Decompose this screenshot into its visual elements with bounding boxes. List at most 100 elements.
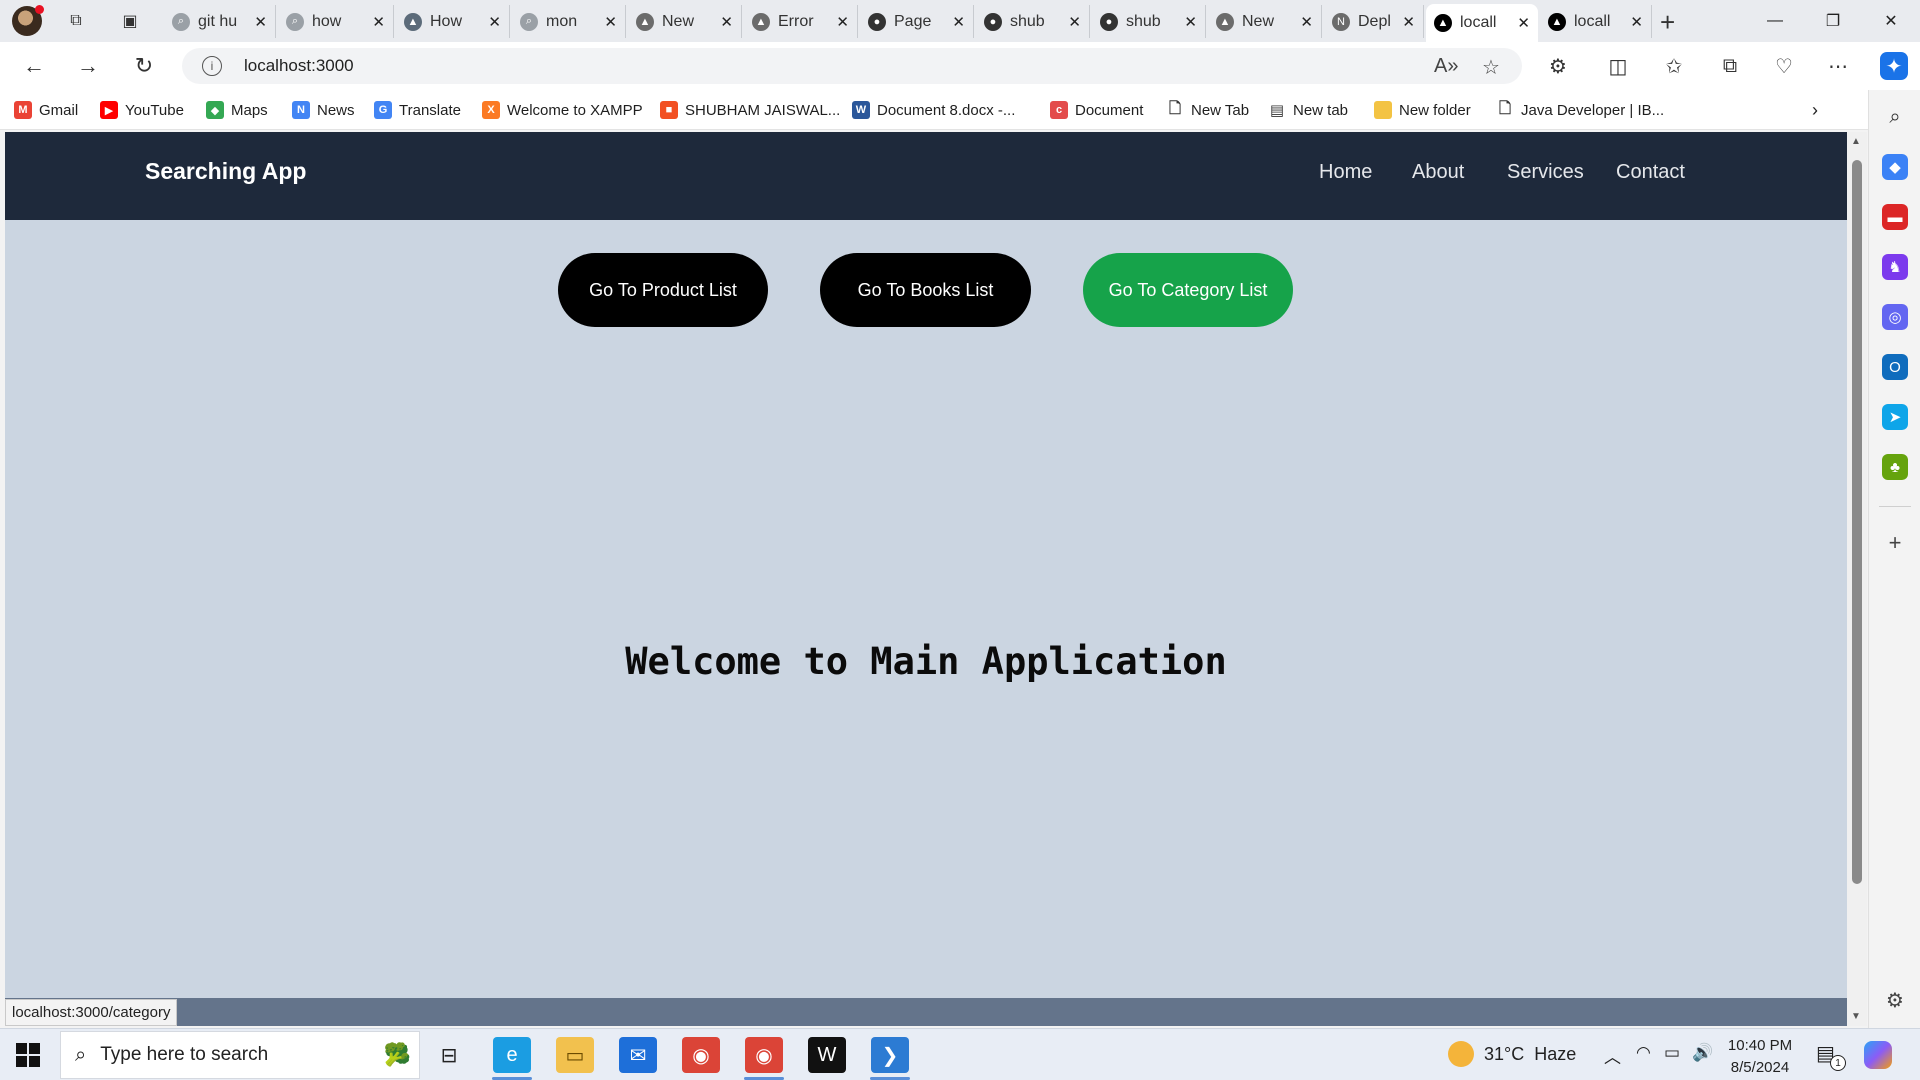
browser-tab[interactable]: ● shub ✕	[1092, 5, 1206, 38]
chrome-profile-icon[interactable]: ◉	[745, 1037, 783, 1073]
site-info-icon[interactable]: i	[202, 56, 222, 76]
scrollbar-thumb[interactable]	[1852, 160, 1862, 884]
file-explorer-icon[interactable]: ▭	[556, 1037, 594, 1073]
close-tab-icon[interactable]: ✕	[952, 13, 965, 31]
copilot-icon[interactable]: ✦	[1880, 52, 1908, 80]
bookmark-item[interactable]: 🗋 Java Developer | IB...	[1496, 99, 1664, 121]
system-clock[interactable]: 10:40 PM 8/5/2024	[1720, 1035, 1800, 1079]
browser-tab[interactable]: ▲ How ✕	[396, 5, 510, 38]
chrome-icon[interactable]: ◉	[682, 1037, 720, 1073]
restore-button[interactable]: ❐	[1810, 6, 1856, 36]
close-tab-icon[interactable]: ✕	[720, 13, 733, 31]
refresh-button[interactable]: ↻	[128, 50, 160, 82]
close-tab-icon[interactable]: ✕	[604, 13, 617, 31]
minimize-button[interactable]: —	[1752, 6, 1798, 36]
mail-icon[interactable]: ✉	[619, 1037, 657, 1073]
sidebar-shopping-icon[interactable]: ◆	[1882, 154, 1908, 180]
browser-tab[interactable]: ▲ New ✕	[628, 5, 742, 38]
bookmark-item[interactable]: N News	[292, 99, 355, 121]
bookmark-item[interactable]: ▶ YouTube	[100, 99, 184, 121]
browser-tab[interactable]: ● shub ✕	[976, 5, 1090, 38]
sidebar-outlook-icon[interactable]: O	[1882, 354, 1908, 380]
browser-tab[interactable]: ⌕ git hu ✕	[164, 5, 276, 38]
sidebar-games-icon[interactable]: ♞	[1882, 254, 1908, 280]
forward-button[interactable]: →	[72, 50, 104, 82]
sidebar-settings-icon[interactable]: ⚙	[1882, 987, 1908, 1013]
nav-about-link[interactable]: About	[1412, 161, 1464, 184]
browser-tab[interactable]: ▲ New ✕	[1208, 5, 1322, 38]
extensions-icon[interactable]: ⚙	[1544, 52, 1572, 80]
battery-icon[interactable]: ▭	[1664, 1043, 1680, 1063]
edge-taskbar-icon[interactable]: e	[493, 1037, 531, 1073]
back-button[interactable]: ←	[18, 50, 50, 82]
vscode-icon[interactable]: ❯	[871, 1037, 909, 1073]
close-tab-icon[interactable]: ✕	[1517, 14, 1530, 32]
sidebar-tree-icon[interactable]: ♣	[1882, 454, 1908, 480]
task-view-icon[interactable]: ⊟	[430, 1037, 468, 1073]
tray-chevron-icon[interactable]: ︿	[1604, 1043, 1621, 1068]
start-windows-icon[interactable]	[16, 1043, 40, 1067]
favorites-icon[interactable]: ✩	[1660, 52, 1688, 80]
close-tab-icon[interactable]: ✕	[836, 13, 849, 31]
close-tab-icon[interactable]: ✕	[254, 13, 267, 31]
split-screen-icon[interactable]: ◫	[1604, 52, 1632, 80]
close-tab-icon[interactable]: ✕	[372, 13, 385, 31]
bookmark-item[interactable]: New folder	[1374, 99, 1471, 121]
sidebar-search-icon[interactable]: ⌕	[1882, 104, 1908, 130]
sidebar-send-icon[interactable]: ➤	[1882, 404, 1908, 430]
copilot-taskbar-icon[interactable]	[1864, 1041, 1892, 1069]
webstorm-icon[interactable]: W	[808, 1037, 846, 1073]
close-tab-icon[interactable]: ✕	[1630, 13, 1643, 31]
sidebar-add-icon[interactable]: +	[1882, 530, 1908, 556]
sidebar-tools-icon[interactable]: ▬	[1882, 204, 1908, 230]
close-window-button[interactable]: ✕	[1868, 6, 1914, 36]
browser-tab[interactable]: ● Page ✕	[860, 5, 974, 38]
more-bookmarks-chevron-icon[interactable]: ›	[1812, 99, 1818, 121]
browser-essentials-icon[interactable]: ♡	[1770, 52, 1798, 80]
browser-tab[interactable]: N Depl ✕	[1324, 5, 1424, 38]
close-tab-icon[interactable]: ✕	[1184, 13, 1197, 31]
url-text[interactable]: localhost:3000	[244, 56, 354, 76]
bookmark-item[interactable]: ▤ New tab	[1268, 99, 1348, 121]
vertical-tabs-icon[interactable]: ▣	[116, 7, 144, 35]
nav-home-link[interactable]: Home	[1319, 161, 1372, 184]
workspaces-icon[interactable]: ⧉	[62, 7, 90, 35]
close-tab-icon[interactable]: ✕	[488, 13, 501, 31]
bookmark-item[interactable]: W Document 8.docx -...	[852, 99, 1015, 121]
close-tab-icon[interactable]: ✕	[1402, 13, 1415, 31]
nav-contact-link[interactable]: Contact	[1616, 161, 1685, 184]
sidebar-copilot-icon[interactable]: ◎	[1882, 304, 1908, 330]
browser-tab[interactable]: ▲ Error ✕	[744, 5, 858, 38]
weather-widget[interactable]: 31°C Haze	[1448, 1041, 1576, 1067]
close-tab-icon[interactable]: ✕	[1300, 13, 1313, 31]
bookmark-item[interactable]: ◆ Maps	[206, 99, 268, 121]
product-list-button[interactable]: Go To Product List	[558, 253, 768, 327]
read-aloud-icon[interactable]: A»	[1434, 55, 1458, 78]
bookmark-item[interactable]: ■ SHUBHAM JAISWAL...	[660, 99, 840, 121]
favorite-star-icon[interactable]: ☆	[1482, 55, 1500, 80]
books-list-button[interactable]: Go To Books List	[820, 253, 1031, 327]
volume-icon[interactable]: 🔊	[1692, 1043, 1713, 1063]
scroll-down-arrow-icon[interactable]: ▼	[1851, 1011, 1861, 1022]
taskbar-search-box[interactable]: ⌕ Type here to search 🥦	[60, 1031, 420, 1079]
collections-icon[interactable]: ⧉	[1716, 52, 1744, 80]
more-menu-icon[interactable]: ⋯	[1824, 52, 1852, 80]
nav-services-link[interactable]: Services	[1507, 161, 1584, 184]
bookmark-item[interactable]: 🗋 New Tab	[1166, 99, 1249, 121]
app-brand[interactable]: Searching App	[145, 158, 306, 185]
bookmark-item[interactable]: M Gmail	[14, 99, 78, 121]
scroll-up-arrow-icon[interactable]: ▲	[1851, 136, 1861, 147]
address-bar[interactable]: i localhost:3000 A» ☆	[182, 48, 1522, 84]
bookmark-item[interactable]: G Translate	[374, 99, 461, 121]
close-tab-icon[interactable]: ✕	[1068, 13, 1081, 31]
bookmark-item[interactable]: c Document	[1050, 99, 1143, 121]
browser-tab[interactable]: ▲ locall ✕	[1540, 5, 1652, 38]
browser-tab[interactable]: ⌕ mon ✕	[512, 5, 626, 38]
browser-tab[interactable]: ▲ locall ✕	[1426, 4, 1538, 42]
category-list-button[interactable]: Go To Category List	[1083, 253, 1293, 327]
wifi-icon[interactable]: ◠	[1636, 1043, 1651, 1063]
bookmark-item[interactable]: X Welcome to XAMPP	[482, 99, 643, 121]
vertical-scrollbar[interactable]: ▲ ▼	[1847, 132, 1867, 1026]
browser-tab[interactable]: ⌕ how ✕	[278, 5, 394, 38]
new-tab-button[interactable]: +	[1660, 7, 1675, 38]
